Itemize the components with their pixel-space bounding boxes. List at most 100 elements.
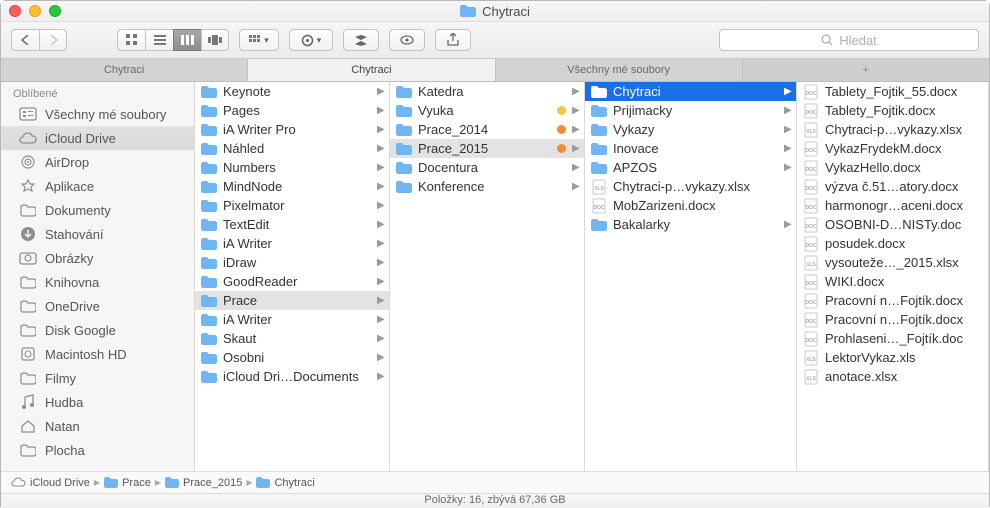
file-row[interactable]: XLSanotace.xlsx: [797, 367, 988, 386]
file-row[interactable]: Keynote▶: [195, 82, 389, 101]
path-segment[interactable]: iCloud Drive: [11, 477, 90, 489]
sidebar-item[interactable]: Macintosh HD: [1, 342, 194, 366]
file-row[interactable]: Docentura▶: [390, 158, 584, 177]
doc-icon: DOC: [803, 179, 819, 195]
folder-icon: [591, 160, 607, 176]
file-row[interactable]: DOCVykazHello.docx: [797, 158, 988, 177]
file-row[interactable]: Bakalarky▶: [585, 215, 796, 234]
file-row[interactable]: XLSvysouteže…_2015.xlsx: [797, 253, 988, 272]
gear-icon: [301, 34, 314, 47]
file-row[interactable]: APZOS▶: [585, 158, 796, 177]
column: DOCTablety_Fojtik_55.docxDOCTablety_Fojt…: [797, 82, 989, 471]
column: Keynote▶Pages▶iA Writer Pro▶Náhled▶Numbe…: [195, 82, 390, 471]
sidebar-item[interactable]: AirDrop: [1, 150, 194, 174]
sidebar-item[interactable]: Hudba: [1, 390, 194, 414]
file-name: MobZarizeni.docx: [613, 198, 792, 213]
sidebar-item[interactable]: Filmy: [1, 366, 194, 390]
chevron-right-icon: ▶: [572, 181, 580, 192]
file-row[interactable]: Vykazy▶: [585, 120, 796, 139]
search-field[interactable]: Hledat: [719, 29, 979, 51]
tab[interactable]: Chytraci: [1, 59, 248, 81]
sidebar-item[interactable]: Disk Google: [1, 318, 194, 342]
sidebar-item[interactable]: Knihovna: [1, 270, 194, 294]
coverflow-view-button[interactable]: [201, 29, 229, 51]
file-row[interactable]: Osobni▶: [195, 348, 389, 367]
file-row[interactable]: DOCTablety_Fojtik.docx: [797, 101, 988, 120]
file-row[interactable]: XLSChytraci-p…vykazy.xlsx: [797, 120, 988, 139]
file-row[interactable]: MindNode▶: [195, 177, 389, 196]
file-row[interactable]: DOC výzva č.51…atory.docx: [797, 177, 988, 196]
file-row[interactable]: Skaut▶: [195, 329, 389, 348]
file-name: výzva č.51…atory.docx: [825, 179, 984, 194]
column-view-button[interactable]: [173, 29, 201, 51]
file-row[interactable]: DOCTablety_Fojtik_55.docx: [797, 82, 988, 101]
list-view-button[interactable]: [145, 29, 173, 51]
file-row[interactable]: Chytraci▶: [585, 82, 796, 101]
file-row[interactable]: DOCPracovní n…Fojtík.docx: [797, 291, 988, 310]
path-segment[interactable]: Prace: [104, 477, 151, 489]
file-row[interactable]: iA Writer Pro▶: [195, 120, 389, 139]
file-row[interactable]: GoodReader▶: [195, 272, 389, 291]
file-row[interactable]: Konference▶: [390, 177, 584, 196]
file-row[interactable]: Prace_2014▶: [390, 120, 584, 139]
file-row[interactable]: Vyuka▶: [390, 101, 584, 120]
file-row[interactable]: DOCMobZarizeni.docx: [585, 196, 796, 215]
back-button[interactable]: [11, 29, 39, 51]
sidebar-item[interactable]: iCloud Drive: [1, 126, 194, 150]
file-row[interactable]: iA Writer▶: [195, 310, 389, 329]
tab[interactable]: Všechny mé soubory: [496, 59, 743, 81]
file-row[interactable]: Pages▶: [195, 101, 389, 120]
dropbox-button[interactable]: [343, 29, 379, 51]
sidebar-item[interactable]: Plocha: [1, 438, 194, 462]
file-row[interactable]: DOCWIKI.docx: [797, 272, 988, 291]
file-row[interactable]: Prijimacky▶: [585, 101, 796, 120]
sidebar-item[interactable]: Dokumenty: [1, 198, 194, 222]
file-row[interactable]: DOCharmonogr…aceni.docx: [797, 196, 988, 215]
file-row[interactable]: TextEdit▶: [195, 215, 389, 234]
file-row[interactable]: XLSChytraci-p…vykazy.xlsx: [585, 177, 796, 196]
file-row[interactable]: DOCProhlaseni…_Fojtík.doc: [797, 329, 988, 348]
sidebar-item[interactable]: Aplikace: [1, 174, 194, 198]
file-row[interactable]: iDraw▶: [195, 253, 389, 272]
new-tab-button[interactable]: +: [743, 59, 989, 81]
svg-text:XLS: XLS: [806, 262, 816, 268]
file-row[interactable]: Náhled▶: [195, 139, 389, 158]
home-icon: [19, 418, 37, 434]
file-row[interactable]: Numbers▶: [195, 158, 389, 177]
file-row[interactable]: Inovace▶: [585, 139, 796, 158]
sidebar-item[interactable]: Natan: [1, 414, 194, 438]
file-row[interactable]: DOCVykazFrydekM.docx: [797, 139, 988, 158]
file-row[interactable]: DOCPracovní n…Fojtík.docx: [797, 310, 988, 329]
file-row[interactable]: iCloud Dri…Documents▶: [195, 367, 389, 386]
action-button[interactable]: ▾: [289, 29, 333, 51]
file-row[interactable]: Prace▶: [195, 291, 389, 310]
sidebar-item[interactable]: Obrázky: [1, 246, 194, 270]
file-row[interactable]: DOCOSOBNI-D…NISTy.doc: [797, 215, 988, 234]
file-row[interactable]: XLSLektorVykaz.xls: [797, 348, 988, 367]
sidebar-item-label: Hudba: [45, 395, 83, 410]
icon-view-button[interactable]: [117, 29, 145, 51]
arrange-button[interactable]: ▾: [239, 29, 279, 51]
file-row[interactable]: iA Writer▶: [195, 234, 389, 253]
file-row[interactable]: Katedra▶: [390, 82, 584, 101]
close-window-button[interactable]: [9, 5, 21, 17]
sidebar-item[interactable]: Všechny mé soubory: [1, 102, 194, 126]
xls-icon: XLS: [803, 350, 819, 366]
file-row[interactable]: DOCposudek.docx: [797, 234, 988, 253]
file-row[interactable]: Prace_2015▶: [390, 139, 584, 158]
share-button[interactable]: [435, 29, 471, 51]
chevron-right-icon: ▶: [377, 181, 385, 192]
gallery-button[interactable]: [389, 29, 425, 51]
tab[interactable]: Chytraci: [248, 59, 495, 81]
file-row[interactable]: Pixelmator▶: [195, 196, 389, 215]
forward-button[interactable]: [39, 29, 67, 51]
zoom-window-button[interactable]: [49, 5, 61, 17]
path-label: Chytraci: [274, 477, 314, 489]
nav-buttons: [11, 29, 67, 51]
path-segment[interactable]: Prace_2015: [165, 477, 242, 489]
sidebar-item[interactable]: Stahování: [1, 222, 194, 246]
folder-icon: [165, 477, 179, 488]
path-segment[interactable]: Chytraci: [256, 477, 314, 489]
sidebar-item[interactable]: OneDrive: [1, 294, 194, 318]
minimize-window-button[interactable]: [29, 5, 41, 17]
